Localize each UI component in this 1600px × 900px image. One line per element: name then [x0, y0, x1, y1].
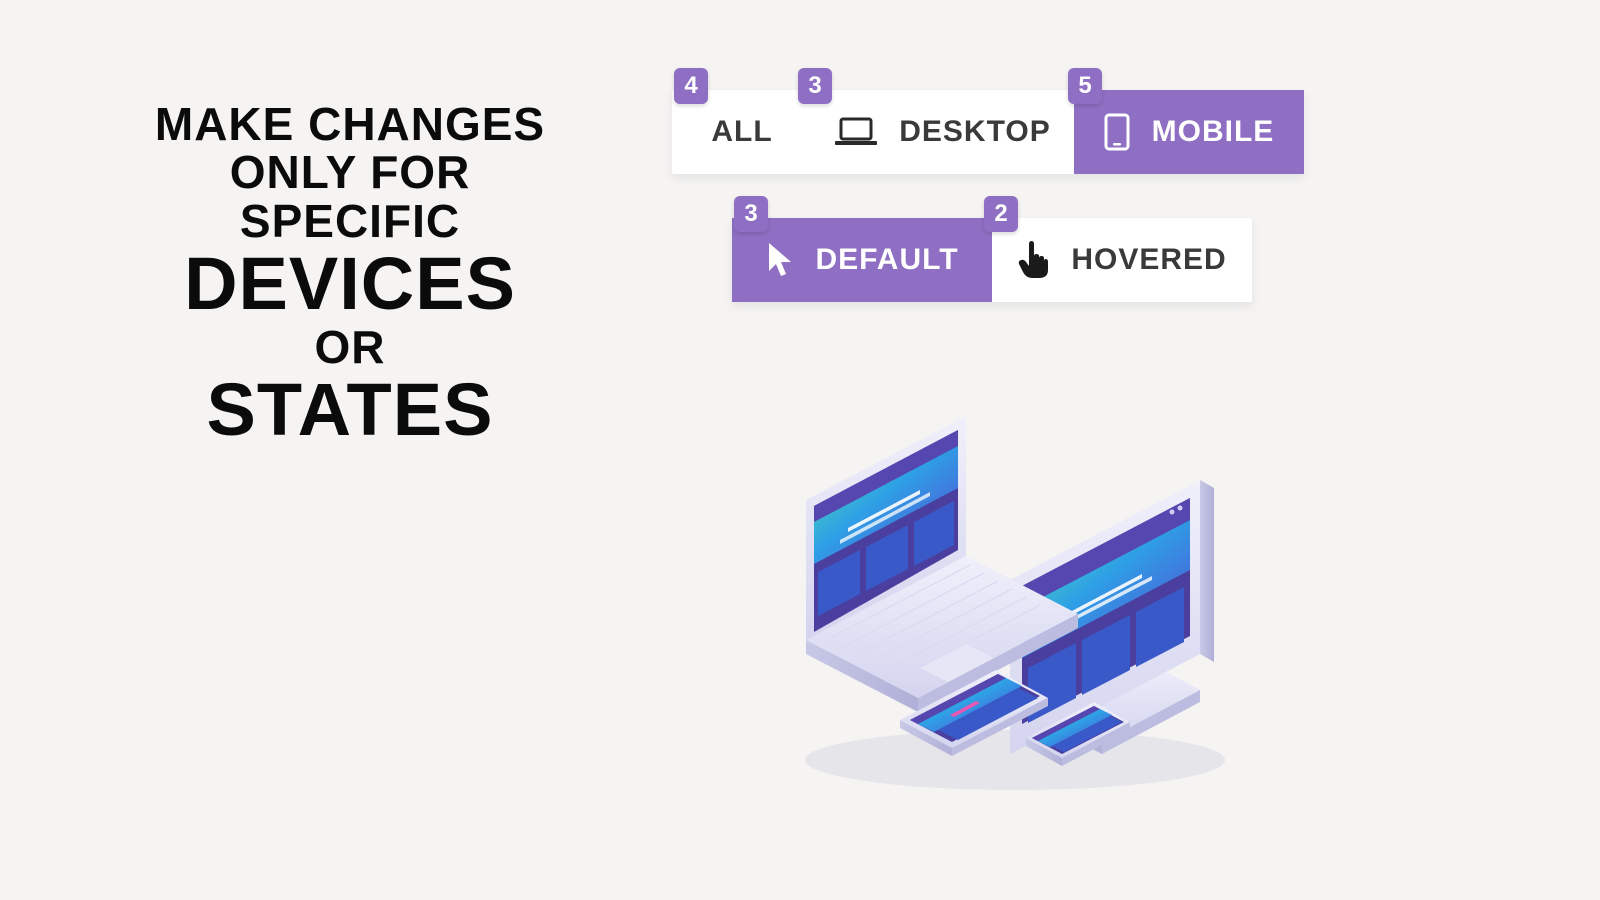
mobile-icon	[1104, 113, 1130, 151]
tab-hovered-label: HOVERED	[1071, 243, 1226, 277]
headline: MAKE CHANGES ONLY FOR SPECIFIC DEVICES O…	[100, 100, 600, 449]
cursor-icon	[765, 241, 793, 279]
tab-desktop-label: DESKTOP	[899, 115, 1050, 149]
devices-illustration	[770, 380, 1260, 800]
badge-hovered: 2	[984, 196, 1018, 232]
badge-default: 3	[734, 196, 768, 232]
badge-desktop: 3	[798, 68, 832, 104]
laptop-icon	[835, 117, 877, 147]
headline-line-2: ONLY FOR	[100, 148, 600, 196]
pointer-hand-icon	[1017, 240, 1049, 280]
badge-mobile: 5	[1068, 68, 1102, 104]
tab-desktop[interactable]: DESKTOP	[812, 90, 1074, 174]
headline-line-6: STATES	[100, 371, 600, 449]
headline-line-5: OR	[100, 323, 600, 371]
tab-all-label: ALL	[711, 115, 772, 149]
headline-line-3: SPECIFIC	[100, 197, 600, 245]
headline-line-1: MAKE CHANGES	[100, 100, 600, 148]
headline-line-4: DEVICES	[100, 245, 600, 323]
tab-mobile[interactable]: MOBILE	[1074, 90, 1304, 174]
tab-hovered[interactable]: HOVERED	[992, 218, 1252, 302]
tab-default[interactable]: DEFAULT	[732, 218, 992, 302]
badge-all: 4	[674, 68, 708, 104]
device-selector-bar: ALL DESKTOP MOBILE	[672, 90, 1304, 174]
tab-mobile-label: MOBILE	[1152, 115, 1275, 149]
tab-default-label: DEFAULT	[815, 243, 958, 277]
